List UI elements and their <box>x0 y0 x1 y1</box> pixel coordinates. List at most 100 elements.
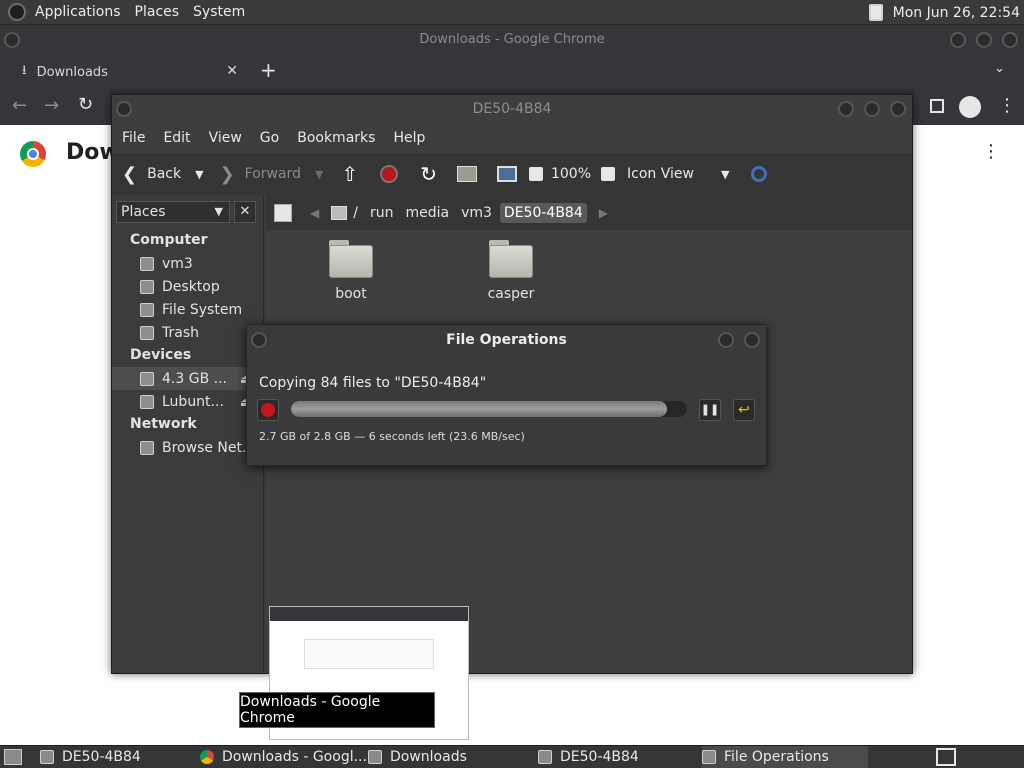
fileops-menu-button[interactable] <box>251 332 267 348</box>
menu-bookmarks[interactable]: Bookmarks <box>291 130 381 146</box>
network-icon <box>140 440 154 455</box>
fileops-close-button[interactable] <box>744 332 760 348</box>
sidebar-item-label: Trash <box>162 324 199 341</box>
sidebar-item-label: Browse Net... <box>162 439 256 456</box>
system-menu[interactable]: System <box>186 0 252 25</box>
fm-menu-button[interactable] <box>116 101 132 117</box>
edit-path-icon[interactable] <box>274 203 292 222</box>
view-mode-select[interactable]: Icon View <box>627 166 713 182</box>
sidebar-item-file-system[interactable]: File System <box>112 298 264 321</box>
task-label: File Operations <box>724 749 829 765</box>
crumb-media[interactable]: media <box>401 203 453 223</box>
page-menu-dots-icon[interactable]: ⋮ <box>982 141 1000 162</box>
task-label: DE50-4B84 <box>62 749 141 765</box>
reload-icon[interactable]: ↻ <box>78 94 93 115</box>
places-menu[interactable]: Places <box>128 0 187 25</box>
sidebar-item-label: vm3 <box>162 255 193 272</box>
trash-icon <box>140 325 154 340</box>
menu-view[interactable]: View <box>203 130 248 146</box>
applications-menu[interactable]: Applications <box>28 0 128 25</box>
tab-close-icon[interactable]: ✕ <box>226 63 238 79</box>
window-icon <box>40 750 54 764</box>
chrome-close-button[interactable] <box>1002 32 1018 48</box>
sidebar-item-vm3[interactable]: vm3 <box>112 252 264 275</box>
crumb-run[interactable]: run <box>366 203 398 223</box>
fm-toolbar: ❮ Back ▼ ❯ Forward ▼ ⇧ ↻ 100% Icon View … <box>112 153 912 195</box>
sidebar-item-trash[interactable]: Trash <box>112 321 264 344</box>
tab-downloads[interactable]: ⭳ Downloads ✕ <box>8 55 248 89</box>
usb-drive-icon <box>140 371 154 386</box>
copy-status: 2.7 GB of 2.8 GB — 6 seconds left (23.6 … <box>259 430 525 443</box>
chrome-menu-dots-icon[interactable]: ⋮ <box>998 95 1016 116</box>
new-tab-button[interactable]: + <box>260 58 277 82</box>
zoom-level[interactable]: 100% <box>551 166 591 182</box>
tab-search-icon[interactable]: ⌄ <box>994 61 1005 76</box>
thumbnail-topbar <box>270 607 468 621</box>
path-bar: ◀ / run media vm3 DE50-4B84 ▶ <box>266 195 912 230</box>
tray-window-icon[interactable] <box>936 748 956 766</box>
drive-icon <box>140 302 154 317</box>
extension-icon[interactable] <box>930 99 944 113</box>
fm-close-button[interactable] <box>890 101 906 117</box>
path-scroll-left-icon[interactable]: ◀ <box>310 206 319 220</box>
home-icon[interactable] <box>456 166 477 182</box>
forward-history-dropdown[interactable]: ▼ <box>315 168 323 181</box>
task-chrome[interactable]: Downloads - Googl... <box>200 746 368 768</box>
view-mode-dropdown-icon[interactable]: ▼ <box>721 168 729 181</box>
menu-go[interactable]: Go <box>254 130 285 146</box>
panel-right: Mon Jun 26, 22:54 <box>868 0 1020 25</box>
forward-button[interactable]: ❯ Forward <box>220 164 301 185</box>
reload-icon[interactable]: ↻ <box>420 162 437 186</box>
sidebar-item-desktop[interactable]: Desktop <box>112 275 264 298</box>
menu-edit[interactable]: Edit <box>157 130 196 146</box>
folder-boot[interactable]: boot <box>301 240 401 302</box>
stop-copy-button[interactable] <box>257 399 279 421</box>
fileops-title-bar: File Operations <box>247 325 766 355</box>
chrome-minimize-button[interactable] <box>950 32 966 48</box>
pause-button[interactable]: ❚❚ <box>699 399 721 421</box>
back-arrow-icon[interactable]: ← <box>12 95 27 116</box>
sidebar-close-icon[interactable]: ✕ <box>234 201 256 223</box>
sidebar-item-browse-network[interactable]: Browse Net... <box>112 436 264 459</box>
fm-minimize-button[interactable] <box>838 101 854 117</box>
task-file-operations[interactable]: File Operations <box>702 745 868 768</box>
task-downloads[interactable]: Downloads <box>368 746 538 768</box>
zoom-in-icon[interactable] <box>601 167 615 181</box>
sidebar-item-lubuntu[interactable]: Lubunt...⏏ <box>112 390 264 413</box>
forward-arrow-icon[interactable]: → <box>44 95 59 116</box>
system-logo-icon[interactable] <box>8 3 26 21</box>
places-selector[interactable]: Places ▼ <box>116 201 230 223</box>
menu-help[interactable]: Help <box>387 130 431 146</box>
crumb-vm3[interactable]: vm3 <box>457 203 496 223</box>
folder-casper[interactable]: casper <box>461 240 561 302</box>
fm-window-title: DE50-4B84 <box>472 101 552 117</box>
fm-maximize-button[interactable] <box>864 101 880 117</box>
show-desktop-icon[interactable] <box>4 749 22 765</box>
profile-avatar[interactable] <box>959 96 981 118</box>
crumb-current[interactable]: DE50-4B84 <box>499 202 587 223</box>
crumb-root[interactable]: / <box>349 203 362 223</box>
back-button[interactable]: ❮ Back <box>122 164 181 185</box>
clipboard-icon[interactable] <box>868 4 883 21</box>
stop-icon[interactable] <box>380 165 399 183</box>
sidebar-item-usb-drive[interactable]: 4.3 GB ...⏏ <box>112 367 264 390</box>
back-label: Back <box>147 166 182 182</box>
up-icon[interactable]: ⇧ <box>341 162 358 186</box>
task-de50-4b84[interactable]: DE50-4B84 <box>40 746 200 768</box>
chrome-maximize-button[interactable] <box>976 32 992 48</box>
clock[interactable]: Mon Jun 26, 22:54 <box>893 5 1020 21</box>
search-icon[interactable] <box>751 166 768 182</box>
fileops-minimize-button[interactable] <box>718 332 734 348</box>
computer-icon[interactable] <box>496 166 517 182</box>
task-de50-4b84-2[interactable]: DE50-4B84 <box>538 746 702 768</box>
path-drive-icon[interactable] <box>331 205 348 220</box>
menu-file[interactable]: File <box>116 130 151 146</box>
taskbar: DE50-4B84 Downloads - Googl... Downloads… <box>0 745 1024 768</box>
chrome-menu-button[interactable] <box>4 32 20 48</box>
path-scroll-right-icon[interactable]: ▶ <box>599 206 608 220</box>
copy-progress-fill <box>291 401 668 417</box>
zoom-out-icon[interactable] <box>528 167 543 181</box>
back-history-dropdown[interactable]: ▼ <box>195 168 203 181</box>
desktop-icon <box>140 279 154 294</box>
cancel-undo-button[interactable]: ↩ <box>733 399 755 421</box>
